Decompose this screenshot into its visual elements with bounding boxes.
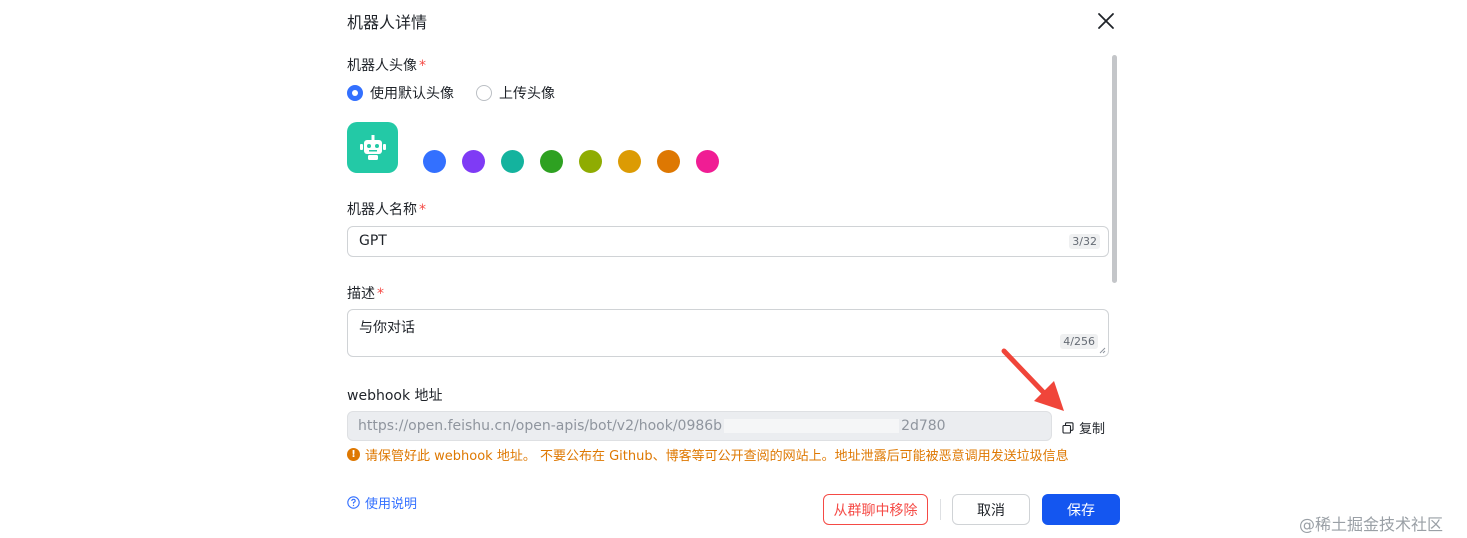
description-textarea[interactable]: 与你对话 4/256 <box>347 309 1109 357</box>
annotation-arrow-icon <box>1001 348 1064 411</box>
color-swatch-olive[interactable] <box>579 150 602 173</box>
save-button[interactable]: 保存 <box>1042 494 1120 525</box>
remove-from-group-button[interactable]: 从群聊中移除 <box>823 494 928 525</box>
copy-label: 复制 <box>1079 422 1106 437</box>
radio-label: 上传头像 <box>499 86 555 102</box>
description-value: 与你对话 <box>359 320 415 336</box>
name-label: 机器人名称 * <box>347 199 426 219</box>
copy-button[interactable]: 复制 <box>1062 418 1105 437</box>
warning-text: 请保管好此 webhook 地址。 不要公布在 Github、博客等可公开查阅的… <box>365 449 1069 464</box>
dialog-title: 机器人详情 <box>347 13 428 32</box>
color-swatch-blue[interactable] <box>423 150 446 173</box>
footer-divider <box>940 499 941 520</box>
color-swatch-yellow[interactable] <box>618 150 641 173</box>
redacted-segment <box>724 419 900 433</box>
scrollbar[interactable] <box>1112 55 1117 283</box>
radio-label: 使用默认头像 <box>370 86 454 102</box>
robot-name-value: GPT <box>359 233 387 249</box>
required-mark: * <box>419 202 426 218</box>
question-icon <box>347 496 360 509</box>
radio-upload-avatar[interactable]: 上传头像 <box>476 83 555 103</box>
webhook-url-suffix: 2d780 <box>901 418 946 434</box>
webhook-url-field[interactable]: https://open.feishu.cn/open-apis/bot/v2/… <box>347 411 1052 441</box>
color-swatch-pink[interactable] <box>696 150 719 173</box>
radio-checked-indicator <box>347 85 363 101</box>
robot-details-dialog: 机器人详情 机器人头像 * 使用默认头像 上传头像 机器人名称 * GPT 3/… <box>0 0 1467 538</box>
radio-unchecked-indicator <box>476 85 492 101</box>
radio-default-avatar[interactable]: 使用默认头像 <box>347 83 454 103</box>
required-mark: * <box>419 58 426 74</box>
warning-icon: ! <box>347 448 360 461</box>
color-swatch-teal[interactable] <box>501 150 524 173</box>
help-link[interactable]: 使用说明 <box>347 493 417 512</box>
required-mark: * <box>377 286 384 302</box>
avatar-label-text: 机器人头像 <box>347 58 417 74</box>
avatar-radio-group: 使用默认头像 上传头像 <box>347 83 577 103</box>
cancel-button[interactable]: 取消 <box>952 494 1030 525</box>
color-swatch-purple[interactable] <box>462 150 485 173</box>
copy-icon <box>1062 421 1074 434</box>
webhook-warning: ! 请保管好此 webhook 地址。 不要公布在 Github、博客等可公开查… <box>347 445 1069 464</box>
avatar-label: 机器人头像 * <box>347 55 426 75</box>
color-swatch-green[interactable] <box>540 150 563 173</box>
help-label: 使用说明 <box>365 497 418 512</box>
desc-label-text: 描述 <box>347 286 375 302</box>
webhook-url-prefix: https://open.feishu.cn/open-apis/bot/v2/… <box>358 418 723 434</box>
close-icon <box>1098 13 1114 29</box>
close-button[interactable] <box>1094 9 1118 33</box>
robot-name-input[interactable]: GPT 3/32 <box>347 226 1109 257</box>
robot-avatar <box>347 122 398 173</box>
watermark: @稀土掘金技术社区 <box>1299 515 1444 534</box>
color-swatch-orange[interactable] <box>657 150 680 173</box>
webhook-label: webhook 地址 <box>347 388 443 404</box>
desc-label: 描述 * <box>347 283 384 303</box>
resize-handle-icon[interactable] <box>1099 347 1106 354</box>
name-label-text: 机器人名称 <box>347 202 417 218</box>
name-char-counter: 3/32 <box>1069 234 1100 249</box>
robot-icon <box>359 134 386 160</box>
